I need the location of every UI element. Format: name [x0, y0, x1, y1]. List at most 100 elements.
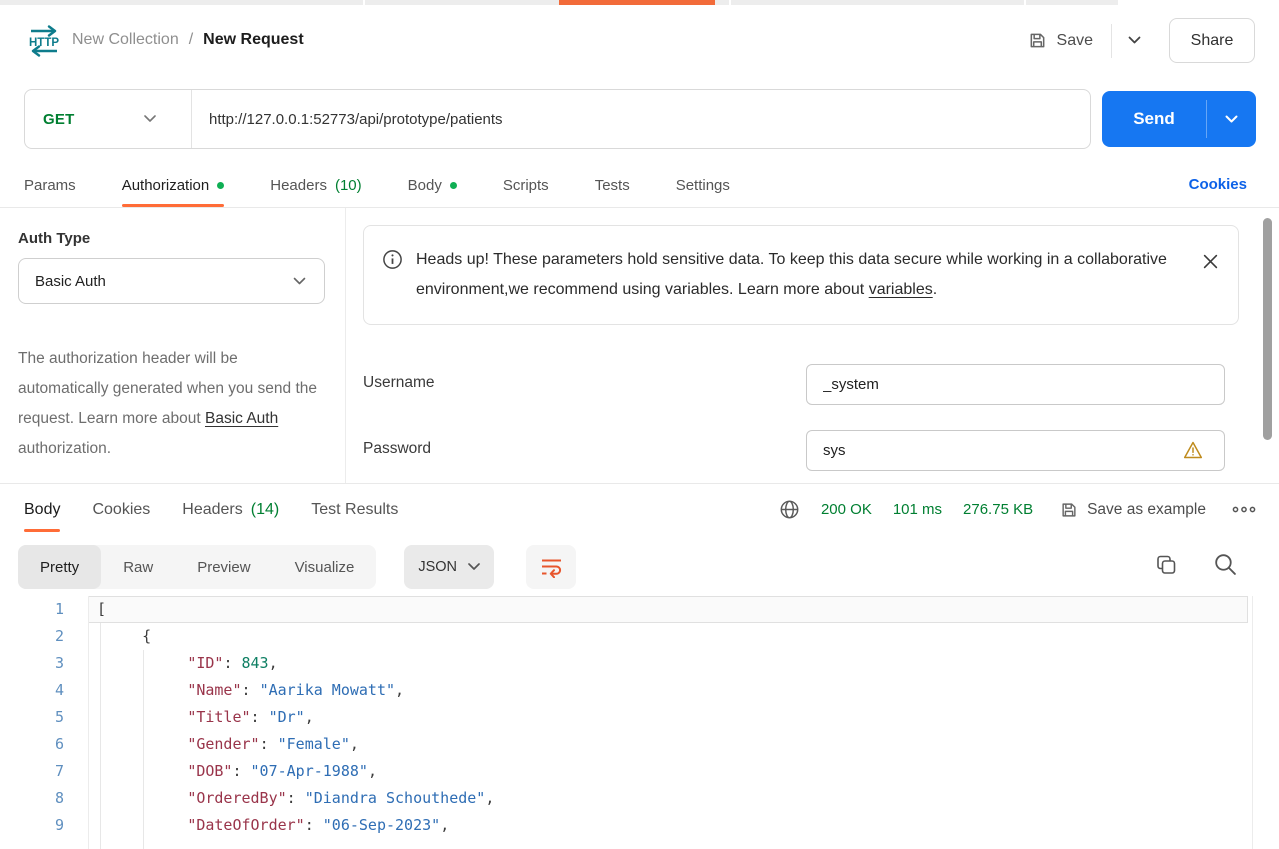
code-line-content: "Name": "Aarika Mowatt", [88, 677, 1248, 704]
response-tab-body[interactable]: Body [24, 487, 60, 532]
save-button[interactable]: Save [1024, 25, 1097, 56]
share-button[interactable]: Share [1169, 18, 1255, 63]
response-view-toolbar: PrettyRawPreviewVisualize JSON [18, 545, 576, 589]
status-time: 101 ms [893, 501, 942, 518]
line-number: 1 [0, 596, 88, 623]
request-url-bar: GET [24, 89, 1091, 149]
tab-label: Body [408, 177, 442, 194]
username-label: Username [363, 374, 435, 392]
indent-guide [143, 650, 144, 849]
url-input[interactable] [209, 91, 1080, 147]
line-number: 7 [0, 758, 88, 785]
request-tab-authorization[interactable]: Authorization [122, 163, 225, 207]
wrap-line-icon [540, 557, 563, 578]
code-line-5[interactable]: 5 "Title": "Dr", [0, 704, 1248, 731]
response-section-border [0, 483, 1279, 484]
code-line-1[interactable]: 1[ [0, 596, 1248, 623]
request-tab-scripts[interactable]: Scripts [503, 163, 549, 207]
workspace-tab-strip [0, 0, 1279, 5]
chevron-down-icon [468, 563, 480, 571]
search-response-button[interactable] [1211, 550, 1240, 582]
more-options-icon [1231, 505, 1257, 514]
banner-close-button[interactable] [1199, 250, 1222, 276]
view-mode-preview[interactable]: Preview [175, 545, 272, 589]
code-line-7[interactable]: 7 "DOB": "07-Apr-1988", [0, 758, 1248, 785]
view-mode-pretty[interactable]: Pretty [18, 545, 101, 589]
tab-label: Headers [182, 501, 242, 519]
code-line-6[interactable]: 6 "Gender": "Female", [0, 731, 1248, 758]
password-input[interactable] [806, 430, 1225, 471]
save-icon [1060, 501, 1078, 519]
http-request-icon: HTTP [26, 25, 62, 57]
code-line-3[interactable]: 3 "ID": 843, [0, 650, 1248, 677]
username-input[interactable] [806, 364, 1225, 405]
response-tab-test-results[interactable]: Test Results [311, 487, 398, 532]
request-tab-tests[interactable]: Tests [595, 163, 630, 207]
tab-label: Params [24, 177, 76, 194]
language-label: JSON [418, 559, 457, 575]
tab-strip-divider [729, 0, 731, 5]
breadcrumb-request: New Request [203, 31, 303, 49]
code-line-content: "Title": "Dr", [88, 704, 1248, 731]
gutter-separator [88, 596, 89, 849]
send-button-group: Send [1102, 91, 1256, 147]
request-tab-headers[interactable]: Headers (10) [270, 163, 361, 207]
save-options-button[interactable] [1122, 30, 1147, 51]
banner-text-body: Heads up! These parameters hold sensitiv… [416, 251, 1167, 298]
password-label: Password [363, 440, 431, 458]
request-tab-settings[interactable]: Settings [676, 163, 730, 207]
header-actions: Save Share [1024, 18, 1255, 63]
auth-panel-divider [345, 208, 346, 483]
variables-link[interactable]: variables [869, 281, 933, 298]
view-mode-visualize[interactable]: Visualize [273, 545, 377, 589]
send-button[interactable]: Send [1102, 91, 1206, 147]
tab-strip-divider [1024, 0, 1026, 5]
basic-auth-link[interactable]: Basic Auth [205, 410, 278, 427]
code-line-9[interactable]: 9 "DateOfOrder": "06-Sep-2023", [0, 812, 1248, 839]
copy-icon [1154, 553, 1178, 577]
line-number: 2 [0, 623, 88, 650]
send-options-button[interactable] [1207, 91, 1256, 147]
method-label: GET [43, 111, 74, 128]
chevron-down-icon [144, 115, 156, 123]
request-tabs-border [0, 207, 1279, 208]
panel-scrollbar[interactable] [1263, 218, 1272, 440]
language-dropdown[interactable]: JSON [404, 545, 494, 589]
response-status-bar: 200 OK 101 ms 276.75 KB Save as example [779, 487, 1261, 532]
response-tab-headers[interactable]: Headers(14) [182, 487, 279, 532]
banner-text: Heads up! These parameters hold sensitiv… [416, 245, 1182, 305]
code-line-4[interactable]: 4 "Name": "Aarika Mowatt", [0, 677, 1248, 704]
tab-label: Authorization [122, 177, 210, 194]
tab-label: Headers [270, 177, 327, 194]
breadcrumb-collection[interactable]: New Collection [72, 31, 179, 49]
chevron-down-icon [1128, 36, 1141, 45]
line-number: 9 [0, 812, 88, 839]
method-selector[interactable]: GET [25, 90, 191, 148]
code-line-content: [ [88, 596, 1248, 623]
code-line-content: "ID": 843, [88, 650, 1248, 677]
view-mode-switcher: PrettyRawPreviewVisualize [18, 545, 376, 589]
cookies-link[interactable]: Cookies [1189, 176, 1247, 193]
code-line-2[interactable]: 2 { [0, 623, 1248, 650]
status-size: 276.75 KB [963, 501, 1033, 518]
auth-type-dropdown[interactable]: Basic Auth [18, 258, 325, 304]
save-icon [1028, 31, 1047, 50]
code-line-8[interactable]: 8 "OrderedBy": "Diandra Schouthede", [0, 785, 1248, 812]
app-window: HTTP New Collection / New Request Save S… [0, 0, 1279, 849]
wrap-line-button[interactable] [526, 545, 576, 589]
request-tab-params[interactable]: Params [24, 163, 76, 207]
request-tab-body[interactable]: Body [408, 163, 457, 207]
status-code: 200 OK [821, 501, 872, 518]
response-tab-cookies[interactable]: Cookies [92, 487, 150, 532]
breadcrumb-separator: / [189, 31, 193, 49]
tab-strip-divider [363, 0, 365, 5]
more-options-button[interactable] [1227, 501, 1261, 518]
view-mode-raw[interactable]: Raw [101, 545, 175, 589]
code-line-content: "Gender": "Female", [88, 731, 1248, 758]
tab-count-badge: (10) [335, 177, 362, 194]
active-tab-indicator [559, 0, 715, 5]
auth-type-value: Basic Auth [35, 273, 106, 290]
response-body-viewer[interactable]: 1[2 {3 "ID": 843,4 "Name": "Aarika Mowat… [0, 596, 1248, 849]
copy-response-button[interactable] [1152, 551, 1180, 582]
save-as-example-button[interactable]: Save as example [1060, 501, 1206, 519]
